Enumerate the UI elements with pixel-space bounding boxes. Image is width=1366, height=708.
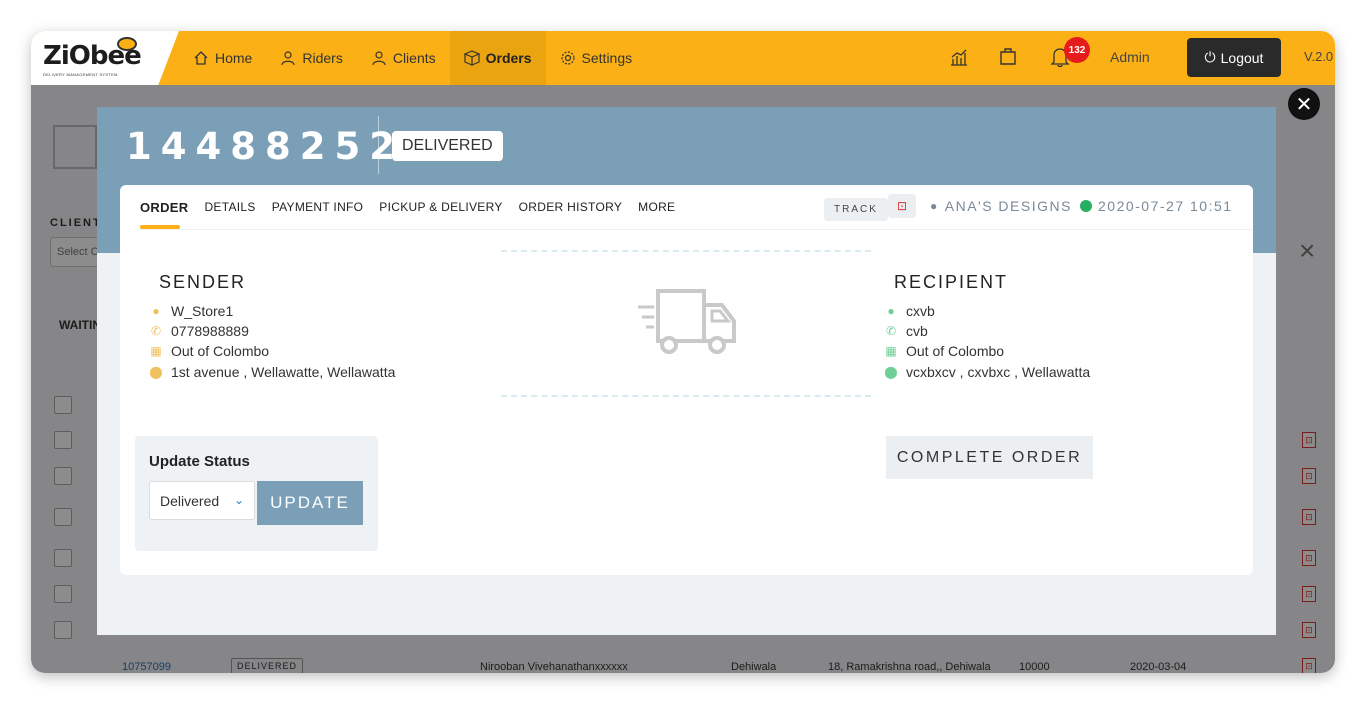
nav-settings-label: Settings [581, 50, 633, 66]
map-pin-icon: ⬤ [884, 365, 898, 379]
sender-phone-row: ✆ 0778988889 [149, 323, 249, 339]
shopping-bag-icon[interactable] [999, 46, 1017, 66]
home-icon [194, 51, 208, 65]
nav-clients[interactable]: Clients [357, 31, 450, 85]
recipient-address: vcxbxcv , cxvbxc , Wellawatta [906, 364, 1091, 380]
user-menu[interactable]: Admin [1110, 49, 1150, 65]
nav-clients-label: Clients [392, 50, 436, 66]
user-icon: ● [887, 304, 895, 318]
tab-details[interactable]: DETAILS [204, 185, 255, 229]
sender-title: SENDER [159, 272, 247, 292]
delivery-truck-icon [638, 289, 736, 354]
tab-order[interactable]: ORDER [140, 185, 188, 229]
user-icon [372, 51, 386, 66]
complete-order-button[interactable]: COMPLETE ORDER [886, 436, 1093, 479]
pdf-icon[interactable]: ⊡ [888, 194, 916, 218]
phone-icon: ✆ [885, 324, 897, 338]
recipient-area: Out of Colombo [906, 343, 1005, 359]
gear-icon [560, 51, 575, 65]
order-card: ORDER DETAILS PAYMENT INFO PICKUP & DELI… [120, 185, 1253, 575]
status-badge: DELIVERED [392, 131, 503, 161]
bee-icon [117, 37, 137, 51]
reports-chart-icon[interactable] [949, 47, 969, 67]
logo[interactable]: ZiObee DELIVERY MANAGEMENT SYSTEM [31, 31, 179, 85]
nav-home[interactable]: Home [179, 31, 266, 85]
header-divider [378, 116, 379, 174]
status-select-value: Delivered [160, 492, 220, 509]
sender-phone: 0778988889 [171, 323, 249, 339]
main-nav: Home Riders Clients Orders Settings [179, 31, 646, 85]
recipient-address-row: ⬤ vcxbxcv , cxvbxc , Wellawatta [884, 364, 1090, 380]
nav-riders-label: Riders [302, 50, 343, 66]
datetime-text: 2020-07-27 10:51 [1098, 198, 1233, 214]
nav-orders[interactable]: Orders [449, 31, 546, 85]
building-icon: ▦ [150, 344, 162, 358]
tab-more[interactable]: MORE [638, 185, 675, 229]
phone-icon: ✆ [150, 324, 162, 338]
user-icon [281, 51, 295, 66]
clock-icon [1080, 200, 1092, 212]
recipient-phone: cvb [906, 323, 928, 339]
tab-pickup-delivery[interactable]: PICKUP & DELIVERY [379, 185, 502, 229]
nav-home-label: Home [215, 50, 253, 66]
recipient-phone-row: ✆ cvb [884, 323, 928, 339]
user-icon: ● [930, 199, 939, 213]
nav-settings[interactable]: Settings [546, 31, 647, 85]
power-icon: ⏻ [1204, 49, 1216, 65]
nav-riders[interactable]: Riders [266, 31, 356, 85]
logo-tagline: DELIVERY MANAGEMENT SYSTEM [43, 72, 118, 77]
update-status-title: Update Status [149, 453, 250, 470]
sender-address-row: ⬤ 1st avenue , Wellawatte, Wellawatta [149, 364, 395, 380]
sender-address: 1st avenue , Wellawatte, Wellawatta [171, 364, 396, 380]
user-icon: ● [152, 304, 160, 318]
nav-orders-label: Orders [485, 50, 532, 66]
client-info: ● ANA'S DESIGNS [930, 198, 1072, 214]
recipient-name: cxvb [906, 303, 935, 319]
sender-area: Out of Colombo [171, 343, 270, 359]
top-navbar: ZiObee DELIVERY MANAGEMENT SYSTEM Home R… [31, 31, 1335, 85]
update-button[interactable]: UPDATE [257, 481, 363, 525]
sender-area-row: ▦ Out of Colombo [149, 343, 269, 359]
tab-order-history[interactable]: ORDER HISTORY [519, 185, 622, 229]
top-dashed-divider [501, 250, 871, 252]
recipient-name-row: ● cxvb [884, 303, 935, 319]
sender-name-row: ● W_Store1 [149, 303, 233, 319]
recipient-title: RECIPIENT [894, 272, 1009, 292]
notification-badge[interactable]: 132 [1064, 37, 1090, 63]
chevron-down-icon: ⌄ [233, 493, 244, 507]
order-datetime: 2020-07-27 10:51 [1080, 198, 1233, 214]
client-name: ANA'S DESIGNS [944, 198, 1072, 214]
building-icon: ▦ [885, 344, 897, 358]
order-modal: 14488252 DELIVERED ORDER DETAILS PAYMENT… [97, 107, 1276, 635]
update-status-panel: Update Status Delivered ⌄ UPDATE [135, 436, 378, 551]
tab-payment-info[interactable]: PAYMENT INFO [272, 185, 364, 229]
bottom-dashed-divider [501, 395, 871, 397]
sender-name: W_Store1 [171, 303, 234, 319]
app-window: CLIENT Select C × WAITIN ⊡ ⊡ ⊡ ⊡ ⊡ ⊡ ⊡ 1… [31, 31, 1335, 673]
tabs-divider [140, 229, 1253, 230]
track-button[interactable]: TRACK [824, 198, 888, 221]
status-select[interactable]: Delivered ⌄ [149, 481, 255, 520]
logout-button[interactable]: ⏻ Logout [1187, 38, 1281, 77]
close-icon[interactable]: ✕ [1288, 88, 1320, 120]
recipient-area-row: ▦ Out of Colombo [884, 343, 1004, 359]
logout-label: Logout [1220, 49, 1264, 66]
box-icon [463, 50, 480, 66]
order-number: 14488252 [126, 125, 404, 168]
version-label: V.2.0 [1304, 49, 1334, 64]
order-tabs: ORDER DETAILS PAYMENT INFO PICKUP & DELI… [140, 185, 675, 229]
map-pin-icon: ⬤ [149, 365, 163, 379]
